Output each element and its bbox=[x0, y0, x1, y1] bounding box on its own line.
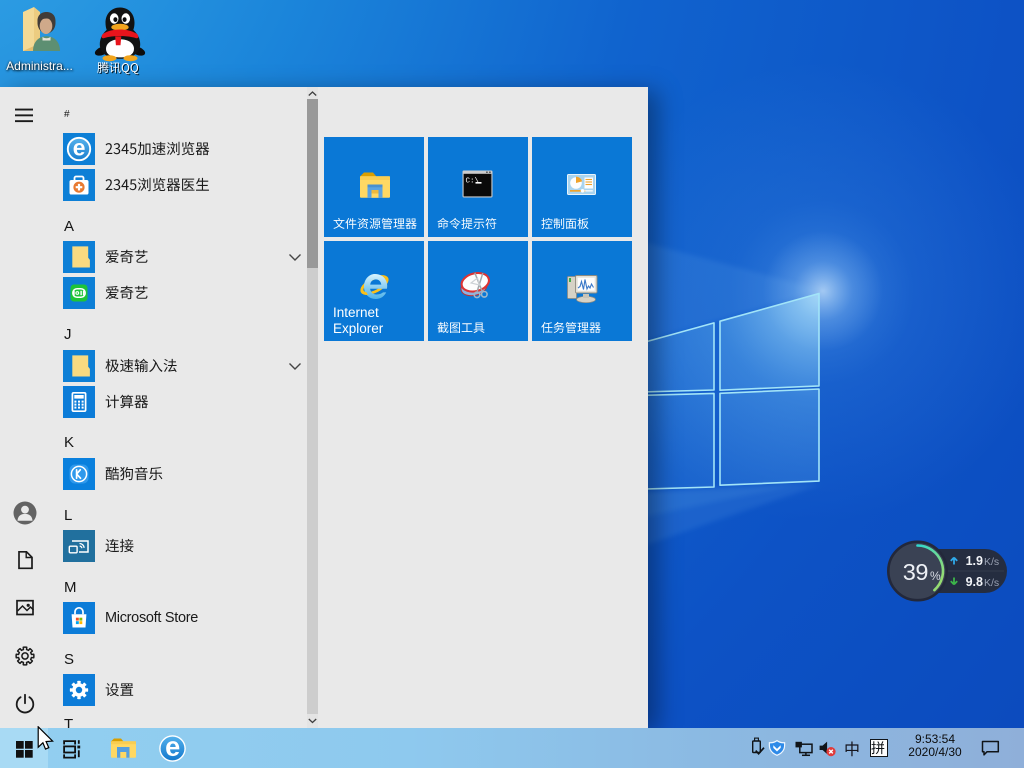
svg-text:K/s: K/s bbox=[984, 556, 999, 568]
svg-text:K/s: K/s bbox=[984, 577, 999, 589]
svg-text:%: % bbox=[930, 569, 941, 583]
svg-text:C:\: C:\ bbox=[466, 178, 480, 186]
svg-text:39: 39 bbox=[903, 559, 928, 585]
svg-text:9.8: 9.8 bbox=[966, 575, 983, 589]
svg-text:1.9: 1.9 bbox=[966, 554, 983, 568]
